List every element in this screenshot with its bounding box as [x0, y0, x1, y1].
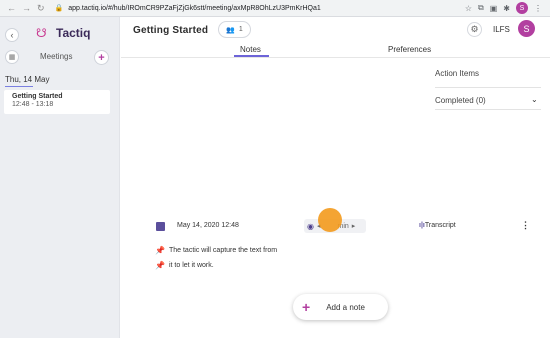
chevron-down-icon[interactable]: ⌄	[531, 95, 538, 104]
calendar-button[interactable]: ▦	[5, 50, 19, 64]
tab-preferences[interactable]: Preferences	[388, 45, 431, 54]
back-button[interactable]: ‹	[5, 28, 19, 42]
pin-icon: 📌	[155, 261, 165, 270]
forward-arrow-icon[interactable]: →	[22, 3, 31, 13]
user-icon: 👥	[226, 26, 235, 34]
extension-icon[interactable]: ⧉	[478, 3, 484, 13]
app-logo: ☋ Tactiq	[36, 26, 90, 40]
reload-icon[interactable]: ↻	[37, 3, 45, 14]
pin-icon: 📌	[155, 246, 165, 255]
user-avatar[interactable]: S	[518, 20, 535, 37]
more-options-icon[interactable]: ⋮	[521, 220, 530, 231]
browser-nav: ← → ↻	[7, 3, 45, 14]
action-items-title: Action Items	[435, 69, 480, 78]
sidebar: ‹ ☋ Tactiq ▦ Meetings + Thu, 14 May Gett…	[0, 17, 120, 338]
profile-avatar[interactable]: S	[516, 2, 528, 14]
lock-icon: 🔒	[54, 5, 64, 12]
add-note-button[interactable]: + Add a note	[293, 294, 388, 320]
language-selector[interactable]: ILFS	[493, 25, 510, 34]
browser-extensions: ☆ ⧉ ▣ ✱ S ⋮	[465, 2, 542, 14]
date-header: Thu, 14 May	[5, 75, 50, 84]
page-title: Getting Started	[133, 25, 209, 36]
participants-button[interactable]: 👥 1	[218, 21, 251, 38]
completed-toggle[interactable]: Completed (0)	[435, 96, 486, 105]
calendar-icon	[156, 222, 165, 231]
add-meeting-button[interactable]: +	[94, 50, 109, 65]
divider	[435, 109, 541, 110]
note-line: 📌 The tactic will capture the text from	[155, 246, 277, 255]
tabs-divider	[121, 57, 550, 58]
puzzle-icon[interactable]: ✱	[503, 4, 510, 13]
back-arrow-icon[interactable]: ←	[7, 3, 16, 13]
tab-notes[interactable]: Notes	[240, 45, 261, 54]
star-icon[interactable]: ☆	[465, 4, 472, 13]
main-panel: Getting Started 👥 1 ⚙ ILFS S Notes Prefe…	[121, 17, 550, 338]
meeting-time: 12:48 - 13:18	[12, 101, 54, 108]
note-line-text: The tactic will capture the text from	[168, 247, 278, 254]
divider	[435, 87, 541, 88]
app-name: Tactiq	[56, 26, 91, 40]
settings-button[interactable]: ⚙	[467, 22, 482, 37]
tactiq-logo-icon: ☋	[36, 26, 47, 40]
record-icon: ◉	[307, 221, 314, 231]
date-underline	[5, 86, 33, 87]
screen-icon[interactable]: ▣	[490, 4, 498, 13]
cursor-highlight	[318, 208, 342, 232]
note-line-text: it to let it work.	[168, 262, 214, 269]
note-timestamp: May 14, 2020 12:48	[177, 222, 239, 229]
play-icon[interactable]: ▸	[352, 222, 356, 230]
transcript-link[interactable]: ı|ıTranscript	[419, 222, 456, 229]
browser-toolbar: ← → ↻ 🔒 app.tactiq.io/#/hub/IROmCR9PZaFj…	[0, 0, 550, 17]
participants-count: 1	[238, 26, 243, 33]
meeting-list-item[interactable]: Getting Started 12:48 - 13:18	[4, 90, 110, 114]
transcript-label: Transcript	[424, 222, 456, 229]
add-note-label: Add a note	[326, 302, 365, 312]
meetings-title: Meetings	[40, 52, 73, 61]
meeting-title: Getting Started	[12, 93, 63, 100]
address-bar[interactable]: app.tactiq.io/#/hub/IROmCR9PZaFjZjGk6stt…	[68, 5, 321, 12]
menu-dots-icon[interactable]: ⋮	[534, 4, 542, 13]
note-line: 📌 it to let it work.	[155, 261, 214, 270]
plus-icon: +	[302, 299, 311, 315]
